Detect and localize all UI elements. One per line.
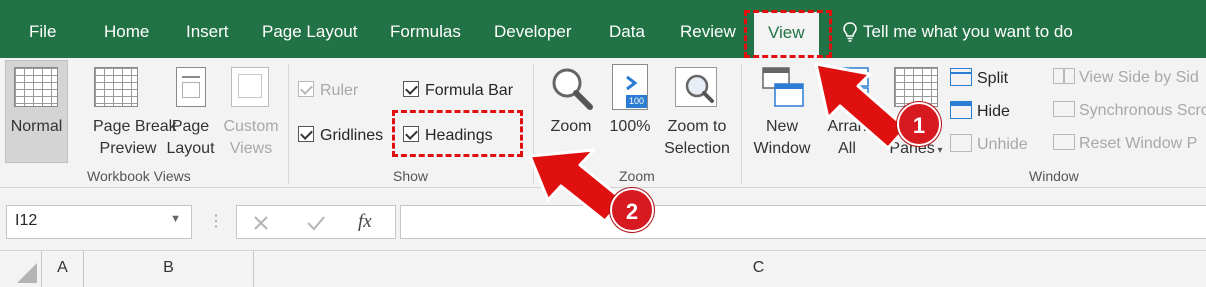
annotation-arrows: [528, 62, 908, 223]
step-badge-1: 1: [897, 102, 941, 146]
red-arrow-icon: [814, 62, 908, 150]
step-badge-2: 2: [610, 188, 654, 232]
